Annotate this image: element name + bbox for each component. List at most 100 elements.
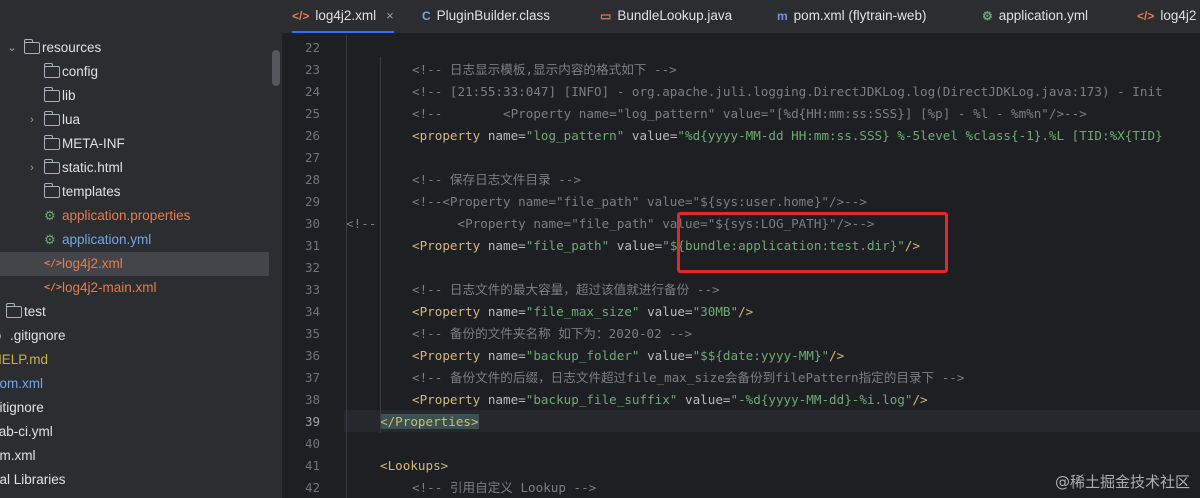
- code-token: value=: [631, 128, 678, 143]
- line-number: 22: [304, 40, 320, 55]
- code-line[interactable]: <!-- 日志文件的最大容量，超过该值就进行备份 -->: [412, 279, 720, 301]
- indent-guide: [380, 57, 381, 433]
- tree-item-label: gitignore: [0, 400, 44, 415]
- chevron-down-icon[interactable]: ⌄: [6, 36, 18, 60]
- code-line[interactable]: <!-- <Property name="log_pattern" value=…: [412, 103, 1087, 125]
- folder-icon: [5, 303, 22, 318]
- tree-item[interactable]: </> log4j2-main.xml: [0, 276, 282, 300]
- chevron-right-icon[interactable]: ›: [26, 108, 38, 132]
- tree-item[interactable]: ⊘.gitignore: [0, 324, 282, 348]
- code-token: />: [738, 304, 754, 319]
- tree-item[interactable]: om.xml: [0, 444, 282, 468]
- tree-item-label: lib: [62, 88, 76, 103]
- project-tree: ⌄ resources config lib › lua META-INF › static.h…: [0, 36, 282, 492]
- tree-item[interactable]: ⚙ application.properties: [0, 204, 282, 228]
- tree-scrollbar-thumb[interactable]: [272, 50, 280, 86]
- tree-item[interactable]: config: [0, 60, 282, 84]
- code-token: value=: [616, 238, 663, 253]
- tab-bundlelookup-java[interactable]: ▭ BundleLookup.java: [600, 0, 732, 33]
- tab-label: log4j2.xml: [315, 8, 377, 23]
- watermark: @稀土掘金技术社区: [1054, 473, 1190, 491]
- tree-item[interactable]: META-INF: [0, 132, 282, 156]
- code-line[interactable]: <Property name="file_max_size" value="30…: [412, 301, 753, 323]
- tree-item[interactable]: </> log4j2.xml: [0, 252, 269, 276]
- tree-item-label: .gitignore: [10, 328, 66, 343]
- tree-item[interactable]: ⚙ application.yml: [0, 228, 282, 252]
- code-token: "-%d{yyyy-MM-dd}-%i.log": [730, 392, 913, 407]
- code-line[interactable]: <!-- [21:55:33:047] [INFO] - org.apache.…: [412, 81, 1163, 103]
- tree-item-label: om.xml: [0, 448, 36, 463]
- folder-icon: [43, 63, 60, 78]
- tree-item[interactable]: lib: [0, 84, 282, 108]
- tree-item-label: META-INF: [62, 136, 125, 151]
- tree-item-label: application.properties: [62, 208, 191, 223]
- tree-item[interactable]: tlab-ci.yml: [0, 420, 282, 444]
- tab-log4j2[interactable]: </> log4j2: [1137, 0, 1196, 33]
- code-token: <Lookups>: [380, 458, 449, 473]
- code-token: name=: [487, 348, 526, 363]
- line-number: 28: [304, 172, 320, 187]
- line-number: 42: [304, 480, 320, 495]
- code-token: "file_max_size": [525, 304, 648, 319]
- tree-item-label: pom.xml: [0, 376, 44, 391]
- code-line[interactable]: <!-- 备份文件的后缀，日志文件超过file_max_size会备份到file…: [412, 367, 964, 389]
- code-line[interactable]: <Property name="backup_folder" value="$$…: [412, 345, 844, 367]
- code-token: value=: [647, 304, 693, 319]
- tab-label: application.yml: [998, 8, 1089, 23]
- tree-item-label: resources: [42, 40, 102, 55]
- code-token: <property: [412, 128, 488, 143]
- code-line[interactable]: <!-- 保存日志文件目录 -->: [412, 169, 581, 191]
- file-type-icon: </>: [1137, 9, 1155, 23]
- highlight-annotation-box: [677, 212, 948, 273]
- tree-item-label: log4j2-main.xml: [62, 280, 157, 295]
- tree-item[interactable]: › lua: [0, 108, 282, 132]
- code-line[interactable]: </Properties>: [380, 411, 479, 433]
- line-number: 41: [304, 458, 320, 473]
- tree-item[interactable]: HELP.md: [0, 348, 282, 372]
- file-type-icon: m: [777, 9, 788, 23]
- code-token: "%d{yyyy-MM-dd HH:mm:ss.SSS} %-5level %c…: [677, 128, 1163, 143]
- tree-item[interactable]: nal Libraries: [0, 468, 282, 492]
- code-token: <!-- 引用自定义 Lookup -->: [412, 480, 597, 495]
- close-tab-icon[interactable]: ×: [386, 8, 394, 23]
- tab-pom-xml-flytrain-web-[interactable]: m pom.xml (flytrain-web): [777, 0, 926, 33]
- tab-application-yml[interactable]: ⚙ application.yml: [982, 0, 1089, 33]
- chevron-right-icon[interactable]: ›: [26, 156, 38, 180]
- project-tree-panel: ⌄ resources config lib › lua META-INF › static.h…: [0, 0, 282, 498]
- line-number: 27: [304, 150, 320, 165]
- folder-icon: [43, 111, 60, 126]
- tree-item-label: application.yml: [62, 232, 152, 247]
- code-line[interactable]: <Lookups>: [380, 455, 448, 477]
- file-type-icon: ▭: [600, 9, 612, 23]
- code-token: <!-- 日志显示模板,显示内容的格式如下 -->: [412, 62, 677, 77]
- ignore-file-icon: ⊘: [0, 329, 8, 343]
- code-token: "backup_file_suffix": [525, 392, 685, 407]
- code-line[interactable]: <!-- 引用自定义 Lookup -->: [412, 477, 596, 498]
- line-number: 30: [304, 216, 320, 231]
- line-number: 39: [304, 414, 320, 429]
- tab-log4j2-xml[interactable]: </> log4j2.xml ×: [292, 0, 394, 33]
- tree-item[interactable]: ›test: [0, 300, 282, 324]
- tab-label: PluginBuilder.class: [436, 8, 550, 23]
- code-token: value=: [647, 348, 693, 363]
- tree-item[interactable]: pom.xml: [0, 372, 282, 396]
- indent-guide: [346, 35, 347, 498]
- line-number: 35: [304, 326, 320, 341]
- tab-pluginbuilder-class[interactable]: C PluginBuilder.class: [422, 0, 550, 33]
- line-number: 40: [304, 436, 320, 451]
- tree-item[interactable]: templates: [0, 180, 282, 204]
- file-type-icon: ⚙: [982, 9, 993, 23]
- code-line[interactable]: <!-- 日志显示模板,显示内容的格式如下 -->: [412, 59, 677, 81]
- code-line[interactable]: <Property name="backup_file_suffix" valu…: [412, 389, 928, 411]
- code-line[interactable]: <!--<Property name="file_path" value="${…: [412, 191, 867, 213]
- tree-item[interactable]: gitignore: [0, 396, 282, 420]
- tree-item[interactable]: › static.html: [0, 156, 282, 180]
- code-line[interactable]: <!-- 备份的文件夹名称 如下为：2020-02 -->: [412, 323, 692, 345]
- tree-item[interactable]: ⌄ resources: [0, 36, 282, 60]
- line-number: 33: [304, 282, 320, 297]
- code-token: "backup_folder": [525, 348, 648, 363]
- code-token: "log_pattern": [525, 128, 632, 143]
- code-line[interactable]: <property name="log_pattern" value="%d{y…: [412, 125, 1163, 147]
- tree-item-label: HELP.md: [0, 352, 49, 367]
- tree-item-label: lua: [62, 112, 81, 127]
